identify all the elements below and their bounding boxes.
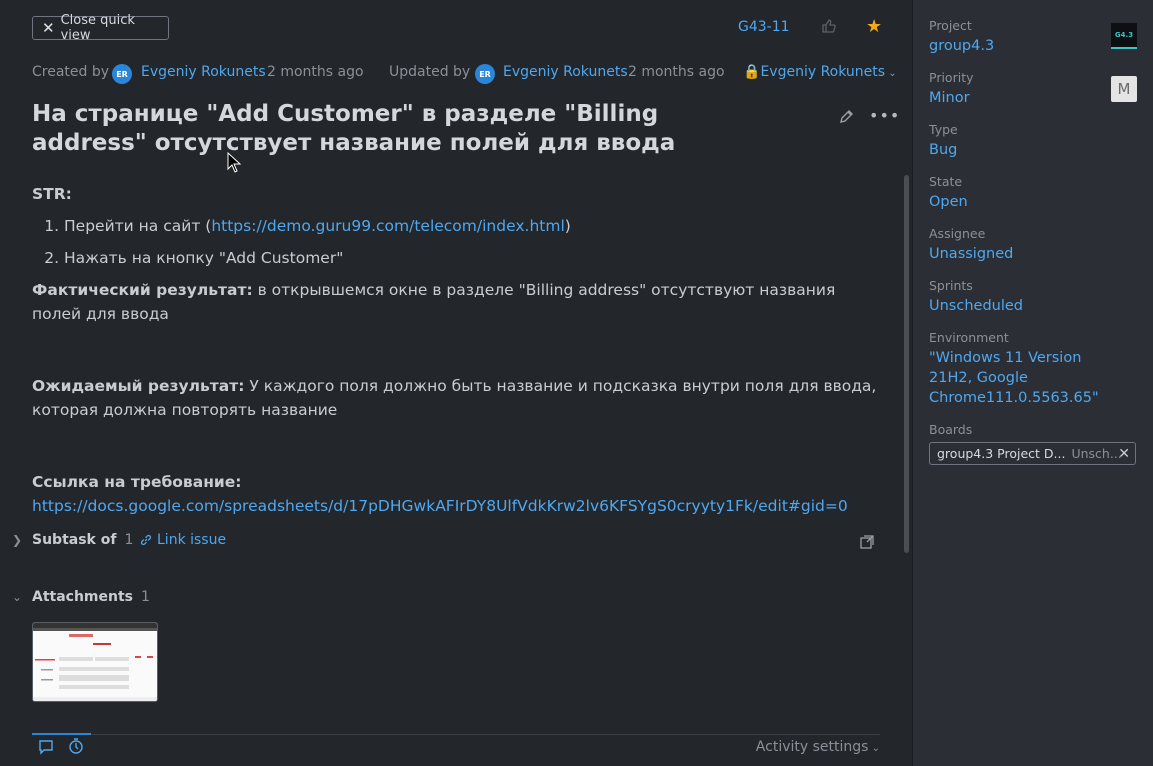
sprints-label: Sprints (929, 278, 973, 293)
state-value[interactable]: Open (929, 192, 1129, 212)
requirement-link[interactable]: https://docs.google.com/spreadsheets/d/1… (32, 497, 848, 515)
step2-text: Нажать на кнопку "Add Customer" (64, 249, 344, 267)
updater-name-link[interactable]: Evgeniy Rokunets (503, 64, 628, 80)
scrollbar[interactable] (904, 175, 909, 553)
field-environment: Environment "Windows 11 Version 21H2, Go… (929, 330, 1119, 408)
expected-result-label: Ожидаемый результат: (32, 377, 245, 395)
state-label: State (929, 174, 963, 189)
activity-bar: Activity settings ⌄ (32, 733, 880, 766)
issue-title[interactable]: На странице "Add Customer" в разделе "Bi… (32, 100, 752, 158)
actual-result-label: Фактический результат: (32, 281, 253, 299)
list-item: Нажать на кнопку "Add Customer" (64, 246, 882, 270)
more-options-icon[interactable]: ••• (869, 106, 900, 125)
chevron-right-icon: ❯ (12, 533, 23, 547)
link-icon (140, 534, 152, 546)
attachments-title: Attachments (32, 589, 134, 605)
issue-description: STR: Перейти на сайт (https://demo.guru9… (32, 182, 882, 518)
active-tab-indicator (32, 733, 91, 735)
link-issue-button[interactable]: Link issue (139, 532, 226, 548)
subtask-section-toggle[interactable]: ❯ Subtask of 1 (12, 532, 133, 548)
step1-suffix: ) (564, 217, 571, 235)
attachments-section-toggle[interactable]: ⌄ Attachments 1 (12, 589, 150, 605)
issue-meta-row: Created by ER Evgeniy Rokunets 2 months … (32, 64, 897, 84)
sprints-value[interactable]: Unscheduled (929, 296, 1129, 316)
pencil-icon[interactable] (838, 109, 854, 125)
str-label: STR: (32, 185, 72, 203)
attachment-thumbnail[interactable] (32, 622, 158, 702)
close-quick-view-label: Close quick view (60, 13, 135, 43)
priority-value[interactable]: Minor (929, 88, 1129, 108)
steps-list: Перейти на сайт (https://demo.guru99.com… (32, 214, 882, 270)
creator-avatar[interactable]: ER (112, 64, 132, 84)
attachments-count: 1 (141, 589, 150, 605)
issue-main-panel: ✕ Close quick view G43-11 ★ Created by E… (0, 0, 912, 766)
type-label: Type (929, 122, 958, 137)
step1-text: Перейти на сайт ( (64, 217, 212, 235)
updater-avatar[interactable]: ER (475, 64, 495, 84)
activity-settings-label: Activity settings (755, 739, 869, 755)
assignee-value[interactable]: Unassigned (929, 244, 1129, 264)
field-state: State Open (929, 174, 1129, 212)
field-project: Project group4.3 (929, 18, 1129, 56)
environment-label: Environment (929, 330, 1009, 345)
creator-name-link[interactable]: Evgeniy Rokunets (141, 64, 266, 80)
step1-link[interactable]: https://demo.guru99.com/telecom/index.ht… (211, 217, 564, 235)
link-issue-label: Link issue (157, 532, 227, 548)
board-name: group4.3 Project D... (937, 446, 1066, 461)
list-item: Перейти на сайт (https://demo.guru99.com… (64, 214, 882, 238)
subtask-title: Subtask of (32, 532, 117, 548)
activity-settings-dropdown[interactable]: Activity settings ⌄ (756, 739, 880, 755)
environment-value[interactable]: "Windows 11 Version 21H2, Google Chrome1… (929, 348, 1119, 408)
project-logo: G4.3 (1111, 23, 1137, 49)
issue-id-link[interactable]: G43-11 (738, 19, 790, 35)
requirement-link-label: Ссылка на требование: (32, 473, 242, 491)
lock-icon: 🔒 (743, 64, 761, 80)
priority-avatar: M (1111, 76, 1137, 102)
field-assignee: Assignee Unassigned (929, 226, 1129, 264)
subtask-count: 1 (124, 532, 134, 548)
thumbs-up-icon[interactable] (821, 18, 837, 34)
field-priority: Priority Minor (929, 70, 1129, 108)
mouse-cursor-icon (227, 152, 241, 173)
close-icon: ✕ (42, 18, 55, 37)
assignee-label: Assignee (929, 226, 986, 241)
issue-fields-sidebar: Project group4.3 G4.3 Priority Minor M T… (912, 0, 1153, 766)
field-sprints: Sprints Unscheduled (929, 278, 1129, 316)
comment-icon[interactable] (38, 739, 54, 755)
remove-board-icon[interactable]: ✕ (1118, 446, 1130, 462)
board-sprint: Unsch... (1071, 446, 1122, 461)
created-time: 2 months ago (267, 64, 364, 80)
field-boards: Boards (929, 422, 1129, 437)
boards-label: Boards (929, 422, 973, 437)
visibility-label: Evgeniy Rokunets (760, 64, 886, 80)
priority-label: Priority (929, 70, 974, 85)
project-value[interactable]: group4.3 (929, 36, 1129, 56)
type-value[interactable]: Bug (929, 140, 1129, 160)
star-icon[interactable]: ★ (866, 16, 882, 37)
chevron-down-icon: ⌄ (12, 590, 23, 604)
updated-time: 2 months ago (628, 64, 725, 80)
open-in-new-icon[interactable] (860, 535, 874, 549)
created-by-label: Created by (32, 64, 110, 80)
field-type: Type Bug (929, 122, 1129, 160)
chevron-down-icon: ⌄ (868, 743, 880, 754)
visibility-dropdown[interactable]: 🔒Evgeniy Rokunets ⌄ (743, 64, 897, 80)
updated-by-label: Updated by (389, 64, 471, 80)
chevron-down-icon: ⌄ (885, 68, 897, 79)
project-label: Project (929, 18, 972, 33)
board-tag[interactable]: group4.3 Project D... Unsch... ✕ (929, 442, 1136, 465)
history-icon[interactable] (68, 738, 84, 754)
screenshot-preview-image (33, 623, 157, 701)
close-quick-view-button[interactable]: ✕ Close quick view (32, 13, 169, 43)
